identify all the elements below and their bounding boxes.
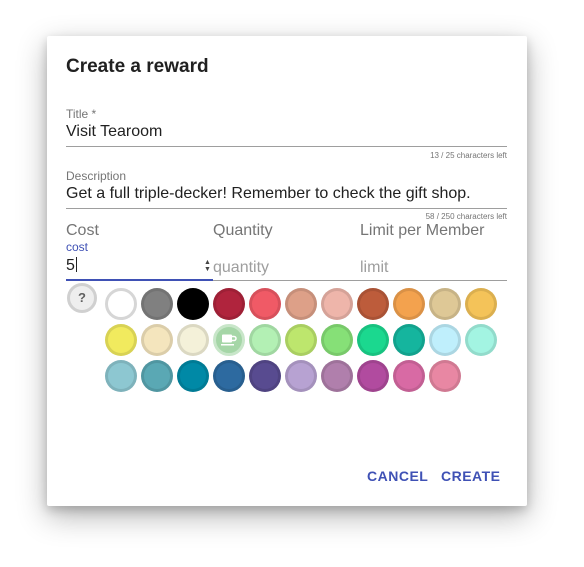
help-button[interactable]: ? (67, 283, 97, 313)
description-label: Description (66, 169, 127, 183)
description-field[interactable]: Description Get a full triple-decker! Re… (66, 169, 507, 221)
quantity-label: Quantity (213, 222, 273, 239)
color-swatch[interactable] (141, 288, 173, 320)
color-swatch[interactable] (249, 360, 281, 392)
limit-label: Limit per Member (360, 222, 485, 239)
color-swatch[interactable] (321, 288, 353, 320)
color-swatch[interactable] (465, 324, 497, 356)
create-button[interactable]: CREATE (441, 468, 501, 484)
color-swatch[interactable] (105, 324, 137, 356)
cancel-button[interactable]: CANCEL (367, 468, 428, 484)
description-input[interactable]: Get a full triple-decker! Remember to ch… (66, 183, 507, 204)
color-swatch[interactable] (465, 288, 497, 320)
cost-value: 5 (66, 257, 75, 274)
cost-sublabel: cost (66, 240, 89, 254)
color-swatch[interactable] (141, 324, 173, 356)
tea-cup-icon (221, 334, 237, 346)
color-swatch-selected[interactable] (213, 324, 245, 356)
number-spinner[interactable]: ▲ ▼ (203, 259, 212, 273)
color-swatch[interactable] (141, 360, 173, 392)
color-swatch[interactable] (105, 288, 137, 320)
color-swatch[interactable] (177, 324, 209, 356)
cost-input[interactable]: 5 ▲ ▼ (66, 257, 213, 281)
color-swatch[interactable] (285, 288, 317, 320)
cost-underline-active (66, 279, 213, 281)
color-swatch[interactable] (321, 324, 353, 356)
limit-input[interactable]: limit (360, 259, 388, 277)
title-underline (66, 146, 507, 147)
color-swatch[interactable] (177, 360, 209, 392)
description-underline (66, 208, 507, 209)
color-swatch[interactable] (321, 360, 353, 392)
color-swatch[interactable] (357, 288, 389, 320)
color-swatch[interactable] (249, 288, 281, 320)
cost-label: Cost (66, 222, 99, 239)
quantity-input[interactable]: quantity (213, 259, 269, 277)
title-field[interactable]: Title * Visit Tearoom 13 / 25 characters… (66, 107, 507, 160)
quantity-limit-underline (213, 280, 507, 281)
color-swatch[interactable] (357, 324, 389, 356)
title-input[interactable]: Visit Tearoom (66, 121, 507, 142)
color-swatch[interactable] (213, 288, 245, 320)
color-swatch[interactable] (429, 324, 461, 356)
color-swatch[interactable] (393, 360, 425, 392)
dialog-title: Create a reward (66, 56, 209, 77)
color-swatch[interactable] (213, 360, 245, 392)
color-swatch[interactable] (357, 360, 389, 392)
create-reward-dialog: Create a reward Title * Visit Tearoom 13… (47, 36, 527, 506)
color-swatch[interactable] (177, 288, 209, 320)
text-caret (75, 257, 77, 272)
color-swatch[interactable] (429, 288, 461, 320)
cost-quantity-limit-row: Cost cost 5 ▲ ▼ Quantity quantity Limit … (66, 222, 507, 282)
description-char-counter: 58 / 250 characters left (425, 212, 507, 221)
quantity-field[interactable]: Quantity (213, 222, 360, 240)
title-char-counter: 13 / 25 characters left (430, 151, 507, 160)
cost-field[interactable]: Cost cost (66, 222, 213, 254)
title-label: Title * (66, 107, 97, 121)
color-swatch[interactable] (429, 360, 461, 392)
limit-field[interactable]: Limit per Member (360, 222, 507, 240)
spinner-down-icon[interactable]: ▼ (203, 266, 212, 273)
color-swatch[interactable] (249, 324, 281, 356)
color-swatch[interactable] (285, 324, 317, 356)
color-swatch[interactable] (393, 324, 425, 356)
color-swatch[interactable] (393, 288, 425, 320)
color-swatch[interactable] (105, 360, 137, 392)
spinner-up-icon[interactable]: ▲ (203, 259, 212, 266)
color-swatch[interactable] (285, 360, 317, 392)
